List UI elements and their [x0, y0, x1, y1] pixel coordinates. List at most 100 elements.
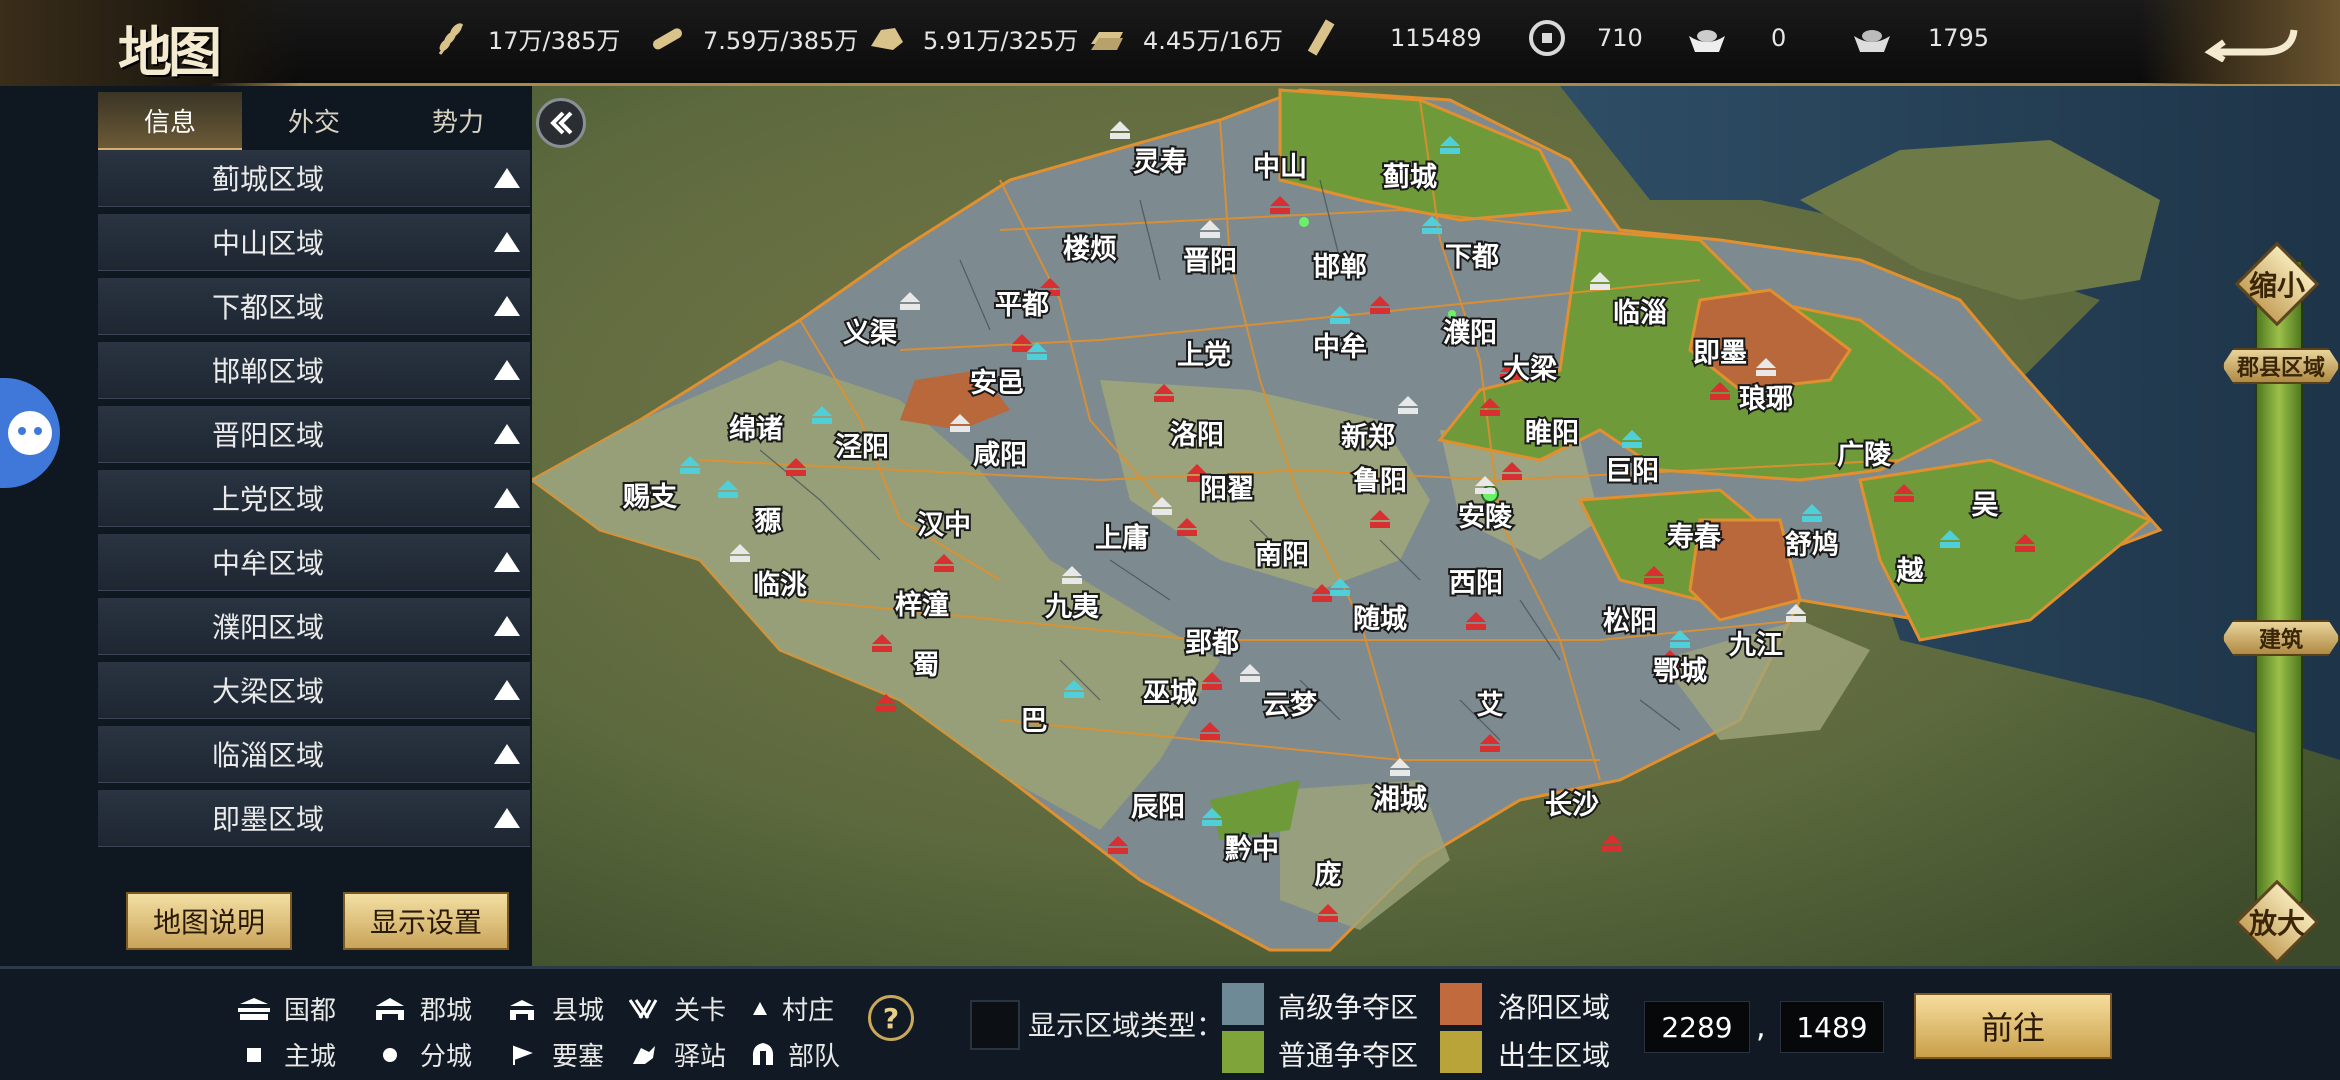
region-item[interactable]: 邯郸区域	[98, 342, 530, 399]
city-label[interactable]: 下都	[1443, 240, 1501, 275]
city-label[interactable]: 赐支	[620, 480, 679, 515]
city-label[interactable]: 巫城	[1141, 676, 1199, 711]
region-item[interactable]: 濮阳区域	[98, 598, 530, 655]
map-info-button[interactable]: 地图说明	[126, 892, 292, 950]
expand-triangle-icon[interactable]	[494, 616, 520, 636]
city-label[interactable]: 临淄	[1611, 295, 1669, 331]
city-label[interactable]: 蜀	[911, 648, 942, 683]
region-item[interactable]: 即墨区域	[98, 790, 530, 847]
city-label[interactable]: 义渠	[841, 316, 899, 351]
city-label[interactable]: 湘城	[1371, 782, 1429, 817]
coord-x-input[interactable]: 2289	[1644, 1001, 1750, 1053]
display-settings-button[interactable]: 显示设置	[343, 892, 509, 950]
coord-y-input[interactable]: 1489	[1780, 1001, 1884, 1053]
city-label[interactable]: 楼烦	[1061, 232, 1119, 267]
city-label[interactable]: 巨阳	[1603, 454, 1661, 489]
city-label[interactable]: 睢阳	[1523, 416, 1581, 451]
expand-triangle-icon[interactable]	[494, 360, 520, 380]
city-label[interactable]: 中山	[1251, 150, 1309, 185]
city-label[interactable]: 九江	[1727, 628, 1785, 663]
zoom-in-button[interactable]: 放大	[2234, 879, 2320, 965]
world-map[interactable]: 灵寿 中山 蓟城楼烦 晋阳 邯郸 下都平都义渠上党 中牟 濮阳 临淄 即墨安邑 大梁琅琊绵诸泾阳 洛阳…	[532, 86, 2340, 966]
city-label[interactable]: 云梦	[1261, 688, 1319, 723]
city-label[interactable]: 郢都	[1183, 626, 1241, 661]
city-label[interactable]: 绵诸	[727, 412, 785, 447]
city-label[interactable]: 随城	[1351, 602, 1409, 637]
city-label[interactable]: 艾	[1475, 688, 1506, 723]
expand-triangle-icon[interactable]	[494, 168, 520, 188]
city-label[interactable]: 蓟城	[1380, 160, 1439, 195]
city-label[interactable]: 汉中	[915, 508, 973, 543]
city-label[interactable]: 西阳	[1447, 566, 1505, 601]
city-label[interactable]: 辰阳	[1129, 790, 1187, 825]
region-item[interactable]: 晋阳区域	[98, 406, 530, 463]
region-item[interactable]: 大梁区域	[98, 662, 530, 719]
city-label[interactable]: 吴	[1970, 488, 2001, 523]
expand-triangle-icon[interactable]	[494, 232, 520, 252]
show-region-type-checkbox[interactable]	[970, 1000, 1020, 1050]
tab-faction[interactable]: 势力	[386, 92, 530, 148]
city-label[interactable]: 南阳	[1253, 538, 1311, 573]
region-item[interactable]: 中牟区域	[98, 534, 530, 591]
city-label[interactable]: 松阳	[1601, 604, 1659, 639]
city-label[interactable]: 巴	[1019, 704, 1050, 739]
expand-triangle-icon[interactable]	[494, 808, 520, 828]
city-label[interactable]: 濮阳	[1441, 316, 1499, 351]
expand-triangle-icon[interactable]	[494, 680, 520, 700]
region-item[interactable]: 中山区域	[98, 214, 530, 271]
tab-diplomacy[interactable]: 外交	[242, 92, 386, 148]
city-label[interactable]: 泾阳	[833, 430, 891, 465]
tab-info[interactable]: 信息	[98, 92, 242, 151]
city-label[interactable]: 中牟	[1311, 329, 1369, 365]
city-label[interactable]: 寿春	[1665, 520, 1724, 555]
city-label[interactable]: 豲	[753, 504, 784, 539]
city-label[interactable]: 梓潼	[893, 587, 951, 623]
region-item[interactable]: 蓟城区域	[98, 150, 530, 207]
back-button[interactable]	[2140, 0, 2340, 84]
collapse-sidebar-button[interactable]	[536, 98, 586, 148]
expand-triangle-icon[interactable]	[494, 744, 520, 764]
city-label[interactable]: 广陵	[1835, 438, 1894, 473]
city-label[interactable]: 越	[1895, 554, 1927, 589]
goto-button[interactable]: 前往	[1914, 993, 2112, 1059]
city-label[interactable]: 舒鸠	[1783, 527, 1841, 563]
city-label[interactable]: 琅琊	[1737, 381, 1795, 417]
troop-marker[interactable]	[1299, 217, 1309, 227]
city-label[interactable]: 庞	[1313, 857, 1344, 893]
troop-marker[interactable]	[1448, 310, 1456, 318]
city-label[interactable]: 鄂城	[1651, 654, 1709, 689]
zoom-level-tag[interactable]: 郡县区域	[2222, 348, 2340, 384]
legend-help-button[interactable]: ?	[868, 995, 914, 1041]
city-label[interactable]: 邯郸	[1311, 250, 1369, 285]
city-label[interactable]: 上党	[1175, 338, 1233, 373]
city-label[interactable]: 九夷	[1043, 590, 1102, 625]
city-label[interactable]: 晋阳	[1181, 244, 1239, 279]
expand-triangle-icon[interactable]	[494, 424, 520, 444]
city-label[interactable]: 洛阳	[1168, 418, 1226, 453]
city-label[interactable]: 安邑	[968, 366, 1026, 401]
expand-triangle-icon[interactable]	[494, 488, 520, 508]
building-level-tag[interactable]: 建筑	[2222, 620, 2340, 656]
region-item[interactable]: 临淄区域	[98, 726, 530, 783]
city-label[interactable]: 即墨	[1691, 336, 1749, 371]
region-item[interactable]: 上党区域	[98, 470, 530, 527]
city-label[interactable]: 平都	[993, 288, 1051, 323]
city-label[interactable]: 长沙	[1543, 788, 1601, 823]
city-label[interactable]: 黔中	[1223, 831, 1281, 867]
map-canvas[interactable]: 灵寿 中山 蓟城楼烦 晋阳 邯郸 下都平都义渠上党 中牟 濮阳 临淄即墨安邑 大梁琅琊绵诸泾阳 洛阳…	[532, 86, 2340, 966]
expand-triangle-icon[interactable]	[494, 296, 520, 316]
region-item[interactable]: 下都区域	[98, 278, 530, 335]
city-label[interactable]: 安陵	[1456, 500, 1515, 535]
city-label[interactable]: 灵寿	[1131, 145, 1189, 180]
city-label[interactable]: 上庸	[1093, 520, 1151, 556]
city-label[interactable]: 咸阳	[971, 438, 1029, 473]
city-label[interactable]: 大梁	[1501, 352, 1559, 387]
county-city-icon	[502, 994, 542, 1024]
city-label[interactable]: 阳翟	[1198, 472, 1256, 507]
city-label[interactable]: 鲁阳	[1351, 464, 1409, 499]
city-label[interactable]: 新郑	[1339, 419, 1397, 455]
city-label[interactable]: 临洮	[751, 567, 809, 603]
zoom-out-button[interactable]: 缩小	[2234, 241, 2320, 327]
expand-triangle-icon[interactable]	[494, 552, 520, 572]
region-list[interactable]: 蓟城区域 中山区域 下都区域 邯郸区域 晋阳区域 上党区域 中牟区域 濮阳区域 …	[98, 150, 530, 854]
